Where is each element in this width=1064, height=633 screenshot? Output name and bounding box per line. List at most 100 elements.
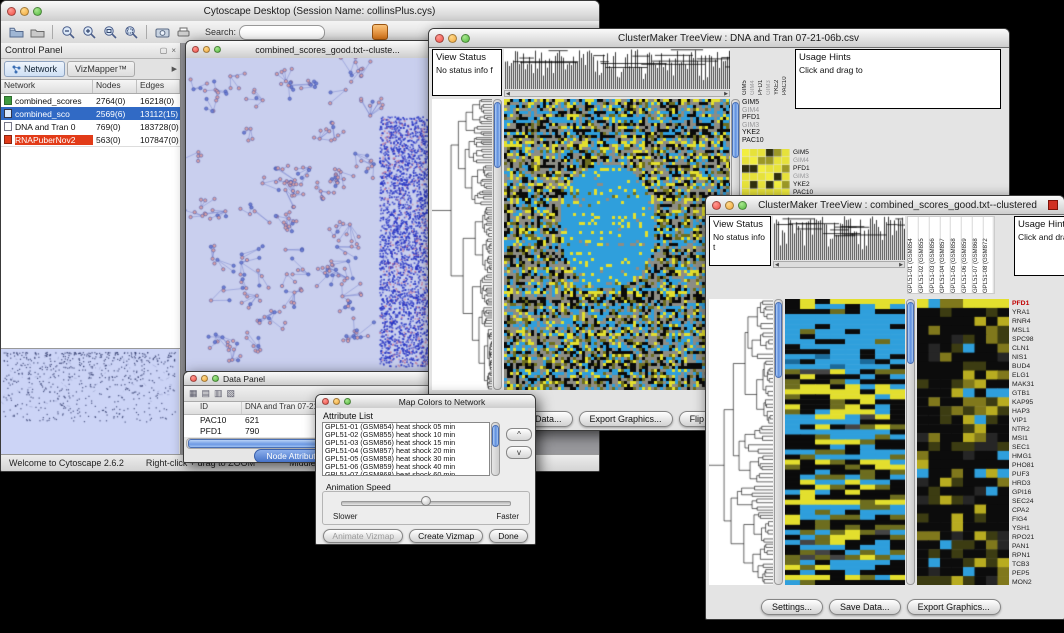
tab-vizmapper[interactable]: VizMapper™ <box>67 61 135 77</box>
network-view-canvas[interactable] <box>186 58 436 371</box>
search-input[interactable] <box>239 25 325 40</box>
zoom-selected-icon[interactable] <box>101 23 119 41</box>
zoom-button[interactable] <box>461 34 470 43</box>
row-dendrogram[interactable] <box>432 99 492 390</box>
export-graphics-button[interactable]: Export Graphics... <box>907 599 1001 615</box>
move-down-button[interactable]: v <box>506 446 532 459</box>
network-overview-canvas[interactable] <box>1 349 179 454</box>
scroll-left-arrow[interactable]: ◀ <box>775 262 779 268</box>
minimize-button[interactable] <box>201 375 208 382</box>
dendrogram-hscrollbar[interactable]: ◀▶ <box>773 261 905 268</box>
gene-label: NTR2 <box>1012 425 1064 434</box>
close-button[interactable] <box>190 375 197 382</box>
annotation-icon[interactable] <box>372 24 388 40</box>
delete-attribute-icon[interactable]: ▧ <box>227 388 236 399</box>
print-icon[interactable] <box>174 23 192 41</box>
scroll-left-arrow[interactable]: ◀ <box>506 91 510 97</box>
status-welcome-text: Welcome to Cytoscape 2.6.2 <box>9 458 124 468</box>
network-row-name: RNAPuberNov2 <box>15 135 93 145</box>
done-button[interactable]: Done <box>489 529 527 543</box>
select-attributes-icon[interactable]: ▦ <box>189 388 198 399</box>
create-attribute-icon[interactable]: ▤ <box>202 388 211 399</box>
zoom-in-icon[interactable] <box>80 23 98 41</box>
save-data-button[interactable]: Save Data... <box>829 599 901 615</box>
treeview-combined-titlebar[interactable]: ClusterMaker TreeView : combined_scores_… <box>706 196 1064 215</box>
minimize-button[interactable] <box>20 7 29 16</box>
zoom-button[interactable] <box>214 46 221 53</box>
scrollbar-thumb[interactable] <box>907 302 914 364</box>
scrollbar-thumb[interactable] <box>775 302 782 378</box>
row-dendrogram-scrollbar[interactable] <box>774 299 783 585</box>
header-edges[interactable]: Edges <box>137 80 180 93</box>
close-button[interactable] <box>322 398 329 405</box>
attribute-item[interactable]: GPL51-07 (GSM868) heat shock 60 min <box>323 471 489 476</box>
header-network[interactable]: Network <box>1 80 93 93</box>
minimize-button[interactable] <box>333 398 340 405</box>
zoom-button[interactable] <box>33 7 42 16</box>
column-header: GPL51-04 (GSM857 <box>940 217 951 293</box>
map-colors-dialog: Map Colors to Network Attribute List GPL… <box>315 394 536 545</box>
matrix-row-label: GIM4 <box>793 157 835 165</box>
correlation-matrix-canvas[interactable] <box>742 149 790 197</box>
column-header: GPL51-03 (GSM856 <box>930 217 941 293</box>
scrollbar-thumb[interactable] <box>494 102 501 168</box>
create-vizmap-button[interactable]: Create Vizmap <box>409 529 483 543</box>
header-id[interactable]: ID <box>184 402 242 414</box>
column-labels-rotated: GIM5GIM4PFD1GIM3YKE2PAC10 <box>742 49 790 95</box>
export-graphics-button[interactable]: Export Graphics... <box>579 411 673 427</box>
main-titlebar[interactable]: Cytoscape Desktop (Session Name: collins… <box>1 1 599 22</box>
close-button[interactable] <box>192 46 199 53</box>
dendrogram-hscrollbar[interactable]: ◀▶ <box>504 90 730 97</box>
settings-button[interactable]: Settings... <box>761 599 823 615</box>
zoom-button[interactable] <box>344 398 351 405</box>
attribute-list[interactable]: GPL51-01 (GSM854) heat shock 05 minGPL51… <box>322 422 490 476</box>
scrollbar-thumb[interactable] <box>732 102 739 158</box>
map-colors-titlebar[interactable]: Map Colors to Network <box>316 395 535 409</box>
close-button[interactable] <box>7 7 16 16</box>
network-table-row[interactable]: DNA and Tran 0769(0)183728(0) <box>1 120 180 133</box>
scroll-right-arrow[interactable]: ▶ <box>724 91 728 97</box>
zoom-button[interactable] <box>212 375 219 382</box>
heatmap-scrollbar[interactable] <box>906 299 915 585</box>
network-row-icon <box>4 135 12 144</box>
network-table-row[interactable]: combined_scores2764(0)16218(0) <box>1 94 180 107</box>
column-dendrogram[interactable] <box>504 49 730 89</box>
scrollbar-thumb[interactable] <box>188 439 331 448</box>
open-folder-icon[interactable] <box>7 23 25 41</box>
move-up-button[interactable]: ^ <box>506 428 532 441</box>
snapshot-icon[interactable] <box>153 23 171 41</box>
close-panel-icon[interactable]: × <box>171 46 176 55</box>
zoom-button[interactable] <box>738 201 747 210</box>
gene-label: BUD4 <box>1012 362 1064 371</box>
speed-slider-thumb[interactable] <box>421 496 431 506</box>
row-dendrogram-scrollbar[interactable] <box>493 99 502 390</box>
tab-network[interactable]: Network <box>4 61 65 77</box>
zoom-heatmap-canvas[interactable] <box>917 299 1009 585</box>
network-row-edges: 16218(0) <box>137 96 180 106</box>
zoom-fit-icon[interactable] <box>122 23 140 41</box>
zoom-out-icon[interactable] <box>59 23 77 41</box>
column-dendrogram[interactable] <box>773 216 905 260</box>
treeview-dna-titlebar[interactable]: ClusterMaker TreeView : DNA and Tran 07-… <box>429 29 1009 48</box>
minimize-button[interactable] <box>725 201 734 210</box>
float-panel-icon[interactable]: ▢ <box>160 46 168 55</box>
network-table-row[interactable]: RNAPuberNov2563(0)107847(0) <box>1 133 180 146</box>
attribute-list-scrollbar[interactable] <box>491 422 500 476</box>
scroll-right-arrow[interactable]: ▶ <box>899 262 903 268</box>
heatmap-canvas[interactable] <box>785 299 905 585</box>
close-box-icon[interactable] <box>1048 200 1058 210</box>
attribute-matrix-icon[interactable]: ▥ <box>214 388 223 399</box>
minimize-button[interactable] <box>448 34 457 43</box>
import-network-icon[interactable] <box>28 23 46 41</box>
row-dendrogram[interactable] <box>709 299 773 585</box>
tab-overflow-arrow[interactable]: ▶ <box>172 65 177 73</box>
header-nodes[interactable]: Nodes <box>93 80 137 93</box>
close-button[interactable] <box>712 201 721 210</box>
minimize-button[interactable] <box>203 46 210 53</box>
heatmap-canvas[interactable] <box>504 99 730 390</box>
data-panel-titlebar[interactable]: Data Panel <box>184 372 436 386</box>
close-button[interactable] <box>435 34 444 43</box>
network-table-row[interactable]: combined_sco2569(6)13112(15) <box>1 107 180 120</box>
scrollbar-thumb[interactable] <box>492 425 499 447</box>
network-view-titlebar[interactable]: combined_scores_good.txt--cluste... <box>186 41 436 59</box>
